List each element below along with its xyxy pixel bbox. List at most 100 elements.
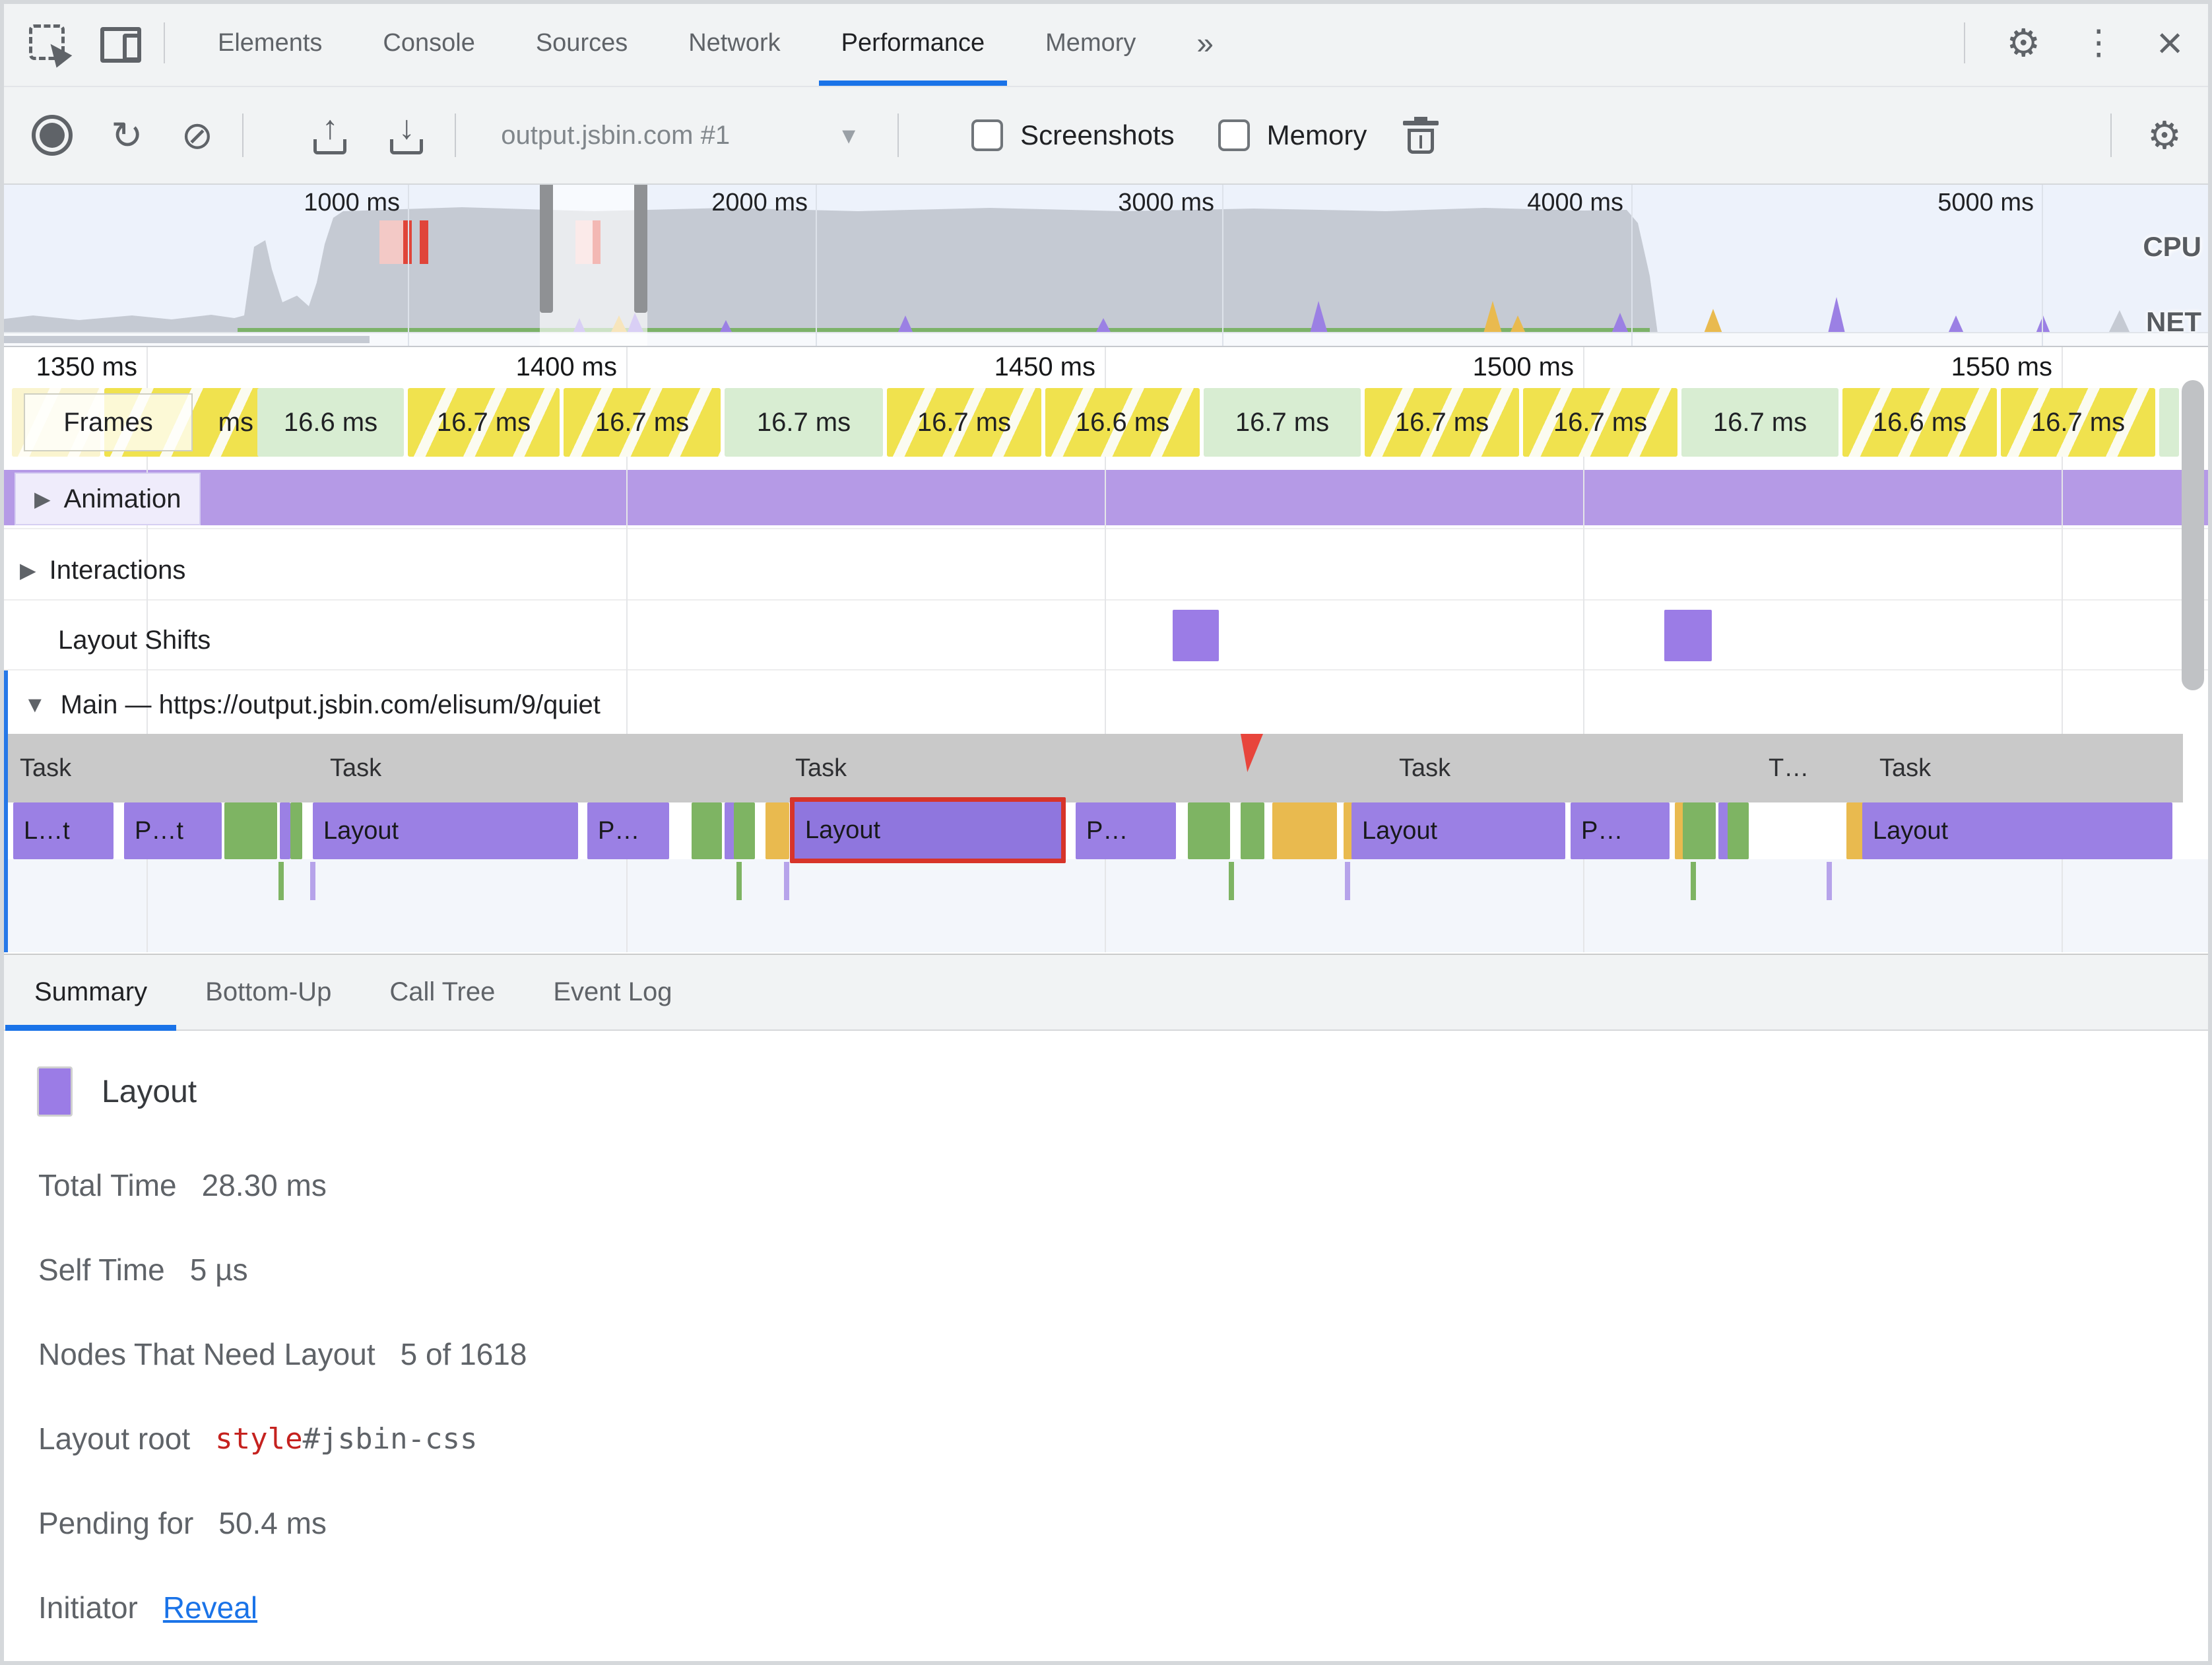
tab-memory[interactable]: Memory bbox=[1015, 0, 1166, 86]
tab-call-tree[interactable]: Call Tree bbox=[360, 955, 524, 1029]
main-chip[interactable]: L…t bbox=[13, 802, 114, 859]
timeline-overview[interactable]: CPU NET 1000 ms 2000 ms 3000 ms 4000 ms 5000… bbox=[0, 183, 2212, 347]
capture-settings-gear-icon[interactable]: ⚙ bbox=[2147, 113, 2182, 158]
frames-track-header[interactable]: Frames bbox=[24, 393, 193, 451]
activity-mark bbox=[736, 862, 742, 900]
overview-gridline bbox=[1631, 183, 1633, 346]
frame-chip[interactable]: 16.6 ms bbox=[257, 388, 404, 457]
record-icon[interactable] bbox=[32, 115, 73, 156]
activity-mark bbox=[1345, 862, 1350, 900]
frame-chip[interactable]: 16.7 ms bbox=[1365, 388, 1519, 457]
main-chip[interactable] bbox=[1241, 802, 1264, 859]
selection-window[interactable] bbox=[540, 183, 647, 346]
main-chip[interactable] bbox=[280, 802, 290, 859]
overview-tick-label: 1000 ms bbox=[304, 189, 400, 216]
expand-arrow-icon[interactable]: ▶ bbox=[34, 486, 51, 511]
tab-network[interactable]: Network bbox=[658, 0, 810, 86]
reload-and-record-icon[interactable]: ↻ bbox=[111, 113, 143, 158]
trash-line bbox=[1419, 135, 1423, 148]
collapse-arrow-icon[interactable]: ▼ bbox=[24, 692, 46, 718]
main-chip[interactable] bbox=[692, 802, 722, 859]
activity-mark bbox=[1691, 862, 1696, 900]
vertical-scrollbar[interactable] bbox=[2182, 380, 2204, 690]
main-chip[interactable] bbox=[1728, 802, 1749, 859]
profile-select[interactable]: output.jsbin.com #1 ▾ bbox=[501, 120, 855, 150]
more-options-icon[interactable]: ⋮ bbox=[2081, 23, 2116, 63]
main-chip[interactable] bbox=[1188, 802, 1230, 859]
overview-gridline bbox=[1222, 183, 1223, 346]
activity-mark bbox=[278, 862, 284, 900]
main-chip[interactable]: P… bbox=[1076, 802, 1176, 859]
ruler-tick-label: 1350 ms bbox=[36, 352, 137, 381]
main-chip[interactable] bbox=[734, 802, 755, 859]
frame-chip[interactable]: 16.7 ms bbox=[1204, 388, 1361, 457]
activity-mark bbox=[1229, 862, 1234, 900]
expand-arrow-icon[interactable]: ▶ bbox=[20, 558, 36, 583]
main-chip[interactable] bbox=[224, 802, 277, 859]
load-profile-icon[interactable]: ↑ bbox=[311, 109, 349, 156]
main-track-header[interactable]: ▼ Main — https://output.jsbin.com/elisum… bbox=[24, 676, 601, 734]
tab-elements[interactable]: Elements bbox=[187, 0, 352, 86]
animation-track-bar[interactable] bbox=[0, 470, 2212, 525]
flame-chart-area[interactable]: ▶ Animation ▶ Interactions Layout Shifts… bbox=[0, 346, 2212, 952]
trash-icon[interactable] bbox=[1403, 117, 1439, 154]
close-icon[interactable]: × bbox=[2157, 20, 2183, 65]
summary-value: style bbox=[215, 1421, 303, 1456]
reveal-link[interactable]: Reveal bbox=[163, 1590, 257, 1625]
screenshots-checkbox[interactable] bbox=[971, 119, 1004, 151]
inspect-element-icon[interactable] bbox=[29, 24, 73, 68]
task-bar[interactable]: Task Task Task Task T… Task bbox=[0, 734, 2183, 802]
frame-chip[interactable]: 16.7 ms bbox=[1681, 388, 1838, 457]
frame-chip[interactable]: 16.7 ms bbox=[564, 388, 721, 457]
save-profile-icon[interactable]: ↓ bbox=[387, 109, 426, 156]
ruler-tick-label: 1400 ms bbox=[515, 352, 617, 381]
summary-value: 50.4 ms bbox=[218, 1506, 327, 1540]
frame-chip[interactable]: 16.7 ms bbox=[1523, 388, 1677, 457]
divider bbox=[897, 114, 899, 157]
frame-chip[interactable]: 16.7 ms bbox=[2001, 388, 2155, 457]
tab-performance[interactable]: Performance bbox=[811, 0, 1016, 86]
frame-chip[interactable]: 16.6 ms bbox=[1045, 388, 1200, 457]
summary-value: 5 of 1618 bbox=[400, 1337, 527, 1371]
net-activity-bar bbox=[0, 336, 370, 343]
frame-chip[interactable]: 16.7 ms bbox=[725, 388, 883, 457]
device-toolbar-icon[interactable] bbox=[100, 24, 141, 63]
frame-chip[interactable]: 16.7 ms bbox=[408, 388, 560, 457]
summary-row: Initiator Reveal bbox=[38, 1565, 2172, 1650]
tab-bottom-up[interactable]: Bottom-Up bbox=[176, 955, 360, 1029]
main-chip[interactable]: P…t bbox=[124, 802, 222, 859]
tab-console[interactable]: Console bbox=[352, 0, 505, 86]
summary-label: Initiator bbox=[38, 1590, 138, 1625]
main-chip-selected[interactable]: Layout bbox=[790, 797, 1066, 863]
tab-sources[interactable]: Sources bbox=[505, 0, 658, 86]
animation-track-header[interactable]: ▶ Animation bbox=[15, 473, 201, 525]
frame-chip[interactable] bbox=[2159, 388, 2179, 457]
layout-shift-event[interactable] bbox=[1173, 610, 1219, 661]
main-chip[interactable]: Layout bbox=[1862, 802, 2172, 859]
main-chip[interactable] bbox=[290, 802, 302, 859]
main-chip[interactable]: Layout bbox=[313, 802, 578, 859]
more-tabs-icon[interactable]: » bbox=[1196, 25, 1214, 61]
task-label: Task bbox=[330, 754, 382, 782]
overview-tick-label: 2000 ms bbox=[711, 189, 808, 216]
interactions-track-header[interactable]: ▶ Interactions bbox=[20, 544, 185, 597]
main-chip[interactable] bbox=[1272, 802, 1337, 859]
tab-summary[interactable]: Summary bbox=[5, 955, 177, 1031]
layout-shift-event[interactable] bbox=[1664, 610, 1712, 661]
main-chip[interactable]: Layout bbox=[1351, 802, 1565, 859]
ruler-tick-label: 1550 ms bbox=[1951, 352, 2052, 381]
overview-gridline bbox=[408, 183, 409, 346]
frame-chip[interactable]: 16.6 ms bbox=[1842, 388, 1997, 457]
memory-checkbox[interactable] bbox=[1218, 119, 1250, 151]
capture-option-memory: Memory bbox=[1218, 119, 1367, 151]
settings-gear-icon[interactable]: ⚙ bbox=[2006, 20, 2040, 65]
clear-recording-icon[interactable]: ⊘ bbox=[181, 113, 214, 158]
main-chip[interactable]: P… bbox=[587, 802, 669, 859]
overview-tick-label: 5000 ms bbox=[1937, 189, 2034, 216]
main-chip[interactable] bbox=[765, 802, 789, 859]
main-chip[interactable] bbox=[1683, 802, 1716, 859]
tab-event-log[interactable]: Event Log bbox=[524, 955, 701, 1029]
selection-handle-left[interactable] bbox=[540, 183, 553, 313]
frame-chip[interactable]: 16.7 ms bbox=[887, 388, 1041, 457]
main-chip[interactable]: P… bbox=[1571, 802, 1670, 859]
